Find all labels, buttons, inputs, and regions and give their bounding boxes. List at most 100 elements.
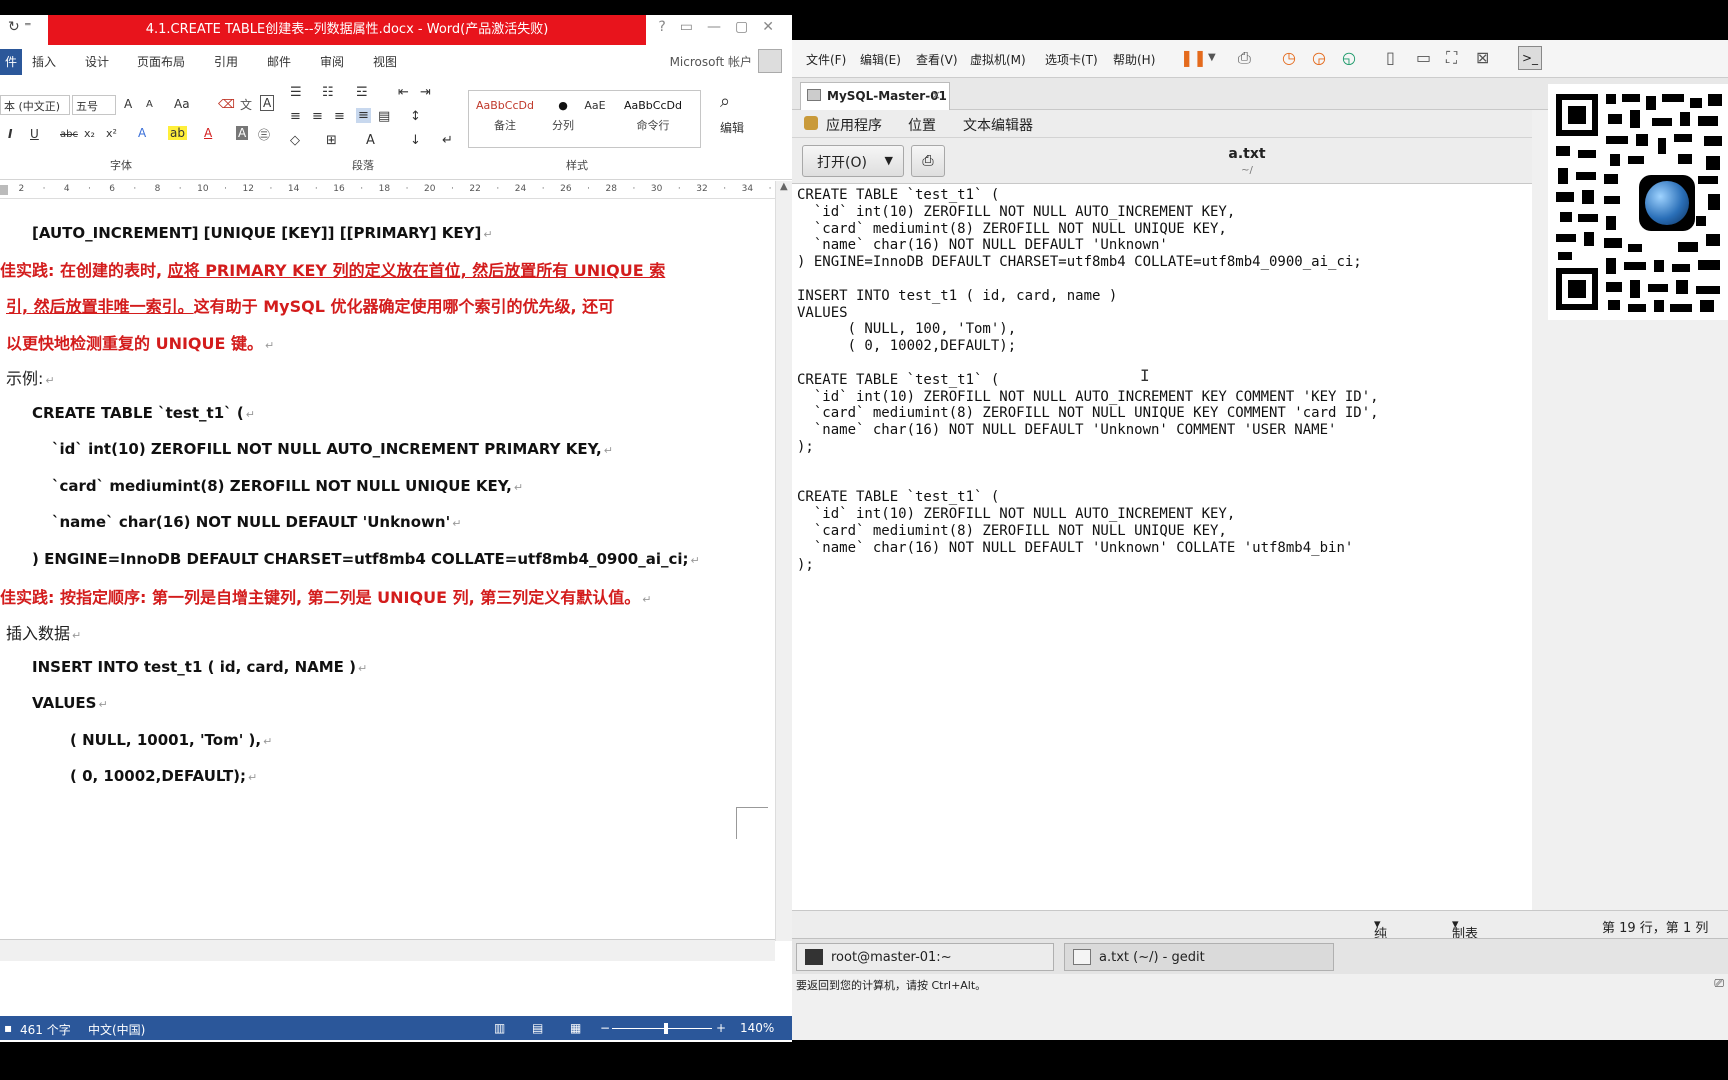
menu-text-editor[interactable]: 文本编辑器 — [963, 115, 1033, 135]
align-right-icon[interactable]: ≡ — [334, 109, 345, 124]
change-case-button[interactable]: Aa — [174, 97, 190, 111]
word-horizontal-scrollbar[interactable] — [0, 939, 775, 961]
editor-line: `card` mediumint(8) ZEROFILL NOT NULL UN… — [797, 220, 1227, 237]
print-layout-icon[interactable]: ▤ — [532, 1021, 543, 1035]
text-effect-icon[interactable]: A — [138, 126, 146, 140]
clear-format-icon[interactable]: ⌫ — [218, 97, 235, 111]
pause-dropdown-icon[interactable]: ▼ — [1208, 52, 1216, 63]
char-border-icon[interactable]: A — [260, 95, 275, 111]
snapshot-manager-icon[interactable]: ◵ — [1342, 48, 1356, 67]
multilevel-list-icon[interactable]: ☲ — [356, 85, 368, 100]
style-command-line[interactable]: AaBbCcDd 命令行 — [617, 95, 689, 133]
menu-help[interactable]: 帮助(H) — [1113, 51, 1155, 68]
fullscreen-icon[interactable]: ⛶ — [1446, 48, 1457, 68]
word-count[interactable]: 461 个字 — [20, 1021, 71, 1038]
redo-icon[interactable]: ↻ ⁼ — [8, 19, 32, 35]
phonetic-icon[interactable]: 文 — [240, 96, 252, 113]
task-gedit[interactable]: a.txt (~/) - gedit — [1064, 943, 1334, 971]
decrease-indent-icon[interactable]: ⇤ — [398, 85, 409, 100]
device-icon[interactable]: ⎚ — [1714, 976, 1724, 991]
bullets-icon[interactable]: ☰ — [290, 85, 302, 100]
find-icon[interactable]: ⌕ — [720, 91, 730, 112]
chinese-layout-icon[interactable]: A — [366, 133, 375, 148]
numbering-icon[interactable]: ☷ — [322, 85, 334, 100]
menu-edit[interactable]: 编辑(E) — [860, 51, 901, 68]
menu-tabs[interactable]: 选项卡(T) — [1045, 51, 1098, 68]
subscript-button[interactable]: x₂ — [84, 127, 95, 140]
thumbnail-icon[interactable]: ▭ — [1416, 48, 1431, 67]
zoom-out-button[interactable]: − — [600, 1021, 610, 1035]
tab-review[interactable]: 审阅 — [320, 53, 344, 70]
grow-font-button[interactable]: A — [124, 97, 132, 111]
tab-file[interactable]: 件 — [0, 49, 22, 75]
shrink-font-button[interactable]: A — [146, 99, 153, 110]
window-controls[interactable]: ?▭—▢✕ — [658, 19, 788, 35]
snapshot-icon[interactable]: ◷ — [1282, 48, 1296, 67]
gedit-text-area[interactable]: I CREATE TABLE `test_t1` ( `id` int(10) … — [792, 184, 1532, 910]
library-icon[interactable]: ▯ — [1386, 48, 1395, 67]
avatar[interactable] — [758, 49, 782, 73]
line-spacing-icon[interactable]: ↕ — [410, 109, 421, 124]
open-button[interactable]: 打开(O) ▼ — [802, 145, 904, 177]
underline-button[interactable]: U — [30, 127, 39, 141]
char-shading-icon[interactable]: A — [236, 126, 249, 140]
menu-vm[interactable]: 虚拟机(M) — [970, 51, 1026, 68]
shading-icon[interactable]: ◇ — [290, 133, 300, 148]
menu-file[interactable]: 文件(F) — [806, 51, 846, 68]
increase-indent-icon[interactable]: ⇥ — [420, 85, 431, 100]
styles-gallery[interactable]: AaBbCcDd 备注 ● 分列 AaE AaBbCcDd 命令行 — [468, 90, 701, 148]
italic-button[interactable]: I — [8, 127, 12, 141]
save-button[interactable]: ⎙ — [911, 145, 945, 177]
zoom-slider[interactable] — [612, 1028, 712, 1029]
align-center-icon[interactable]: ≡ — [312, 109, 323, 124]
tab-page-layout[interactable]: 页面布局 — [137, 53, 185, 70]
account-link[interactable]: Microsoft 帐户 — [670, 53, 752, 70]
tab-mailings[interactable]: 邮件 — [267, 53, 291, 70]
enclose-char-icon[interactable]: ㊂ — [258, 126, 270, 143]
distributed-icon[interactable]: ▤ — [378, 109, 390, 124]
show-marks-icon[interactable]: ↵ — [442, 133, 453, 148]
tab-view[interactable]: 视图 — [373, 53, 397, 70]
read-mode-icon[interactable]: ▥ — [494, 1021, 505, 1035]
syntax-mode-select[interactable]: 纯文本 ▾ — [1374, 917, 1387, 980]
word-vertical-scrollbar[interactable]: ▲ — [775, 181, 792, 941]
pause-icon[interactable]: ❚❚ — [1180, 48, 1207, 67]
close-tab-icon[interactable]: × — [931, 88, 941, 102]
sort-icon[interactable]: ↓ — [410, 133, 421, 148]
justify-icon[interactable]: ≡ — [356, 108, 371, 123]
tab-design[interactable]: 设计 — [85, 53, 109, 70]
zoom-slider-thumb[interactable] — [664, 1023, 668, 1034]
strikethrough-button[interactable]: abc — [60, 129, 78, 140]
tab-width-select[interactable]: 制表符宽度：8 ▾ — [1452, 917, 1478, 995]
superscript-button[interactable]: x² — [106, 127, 117, 140]
menu-applications[interactable]: 应用程序 — [826, 115, 882, 135]
style-heading[interactable]: AaE — [575, 95, 615, 117]
page-indicator[interactable]: ▪ — [4, 1021, 12, 1035]
font-name-select[interactable]: 本 (中文正) — [0, 95, 70, 115]
tab-mysql-master[interactable]: MySQL-Master-01 × — [800, 82, 950, 110]
edit-group-label[interactable]: 编辑 — [720, 119, 744, 136]
menu-places[interactable]: 位置 — [908, 115, 936, 135]
menu-view[interactable]: 查看(V) — [916, 51, 958, 68]
borders-icon[interactable]: ⊞ — [326, 133, 337, 148]
align-left-icon[interactable]: ≡ — [290, 109, 301, 124]
font-size-select[interactable]: 五号 — [72, 95, 116, 115]
highlight-icon[interactable]: ab — [168, 126, 187, 140]
zoom-in-button[interactable]: + — [716, 1021, 726, 1035]
scroll-up-icon[interactable]: ▲ — [780, 181, 788, 192]
horizontal-ruler[interactable]: 2 · 4 · 6 · 8 · 10 · 12 · 14 · 16 · 18 · 20 · 22 · 24 · 26 · 28 · 30… — [0, 181, 792, 199]
tab-insert[interactable]: 插入 — [32, 53, 56, 70]
console-view-icon[interactable]: >_ — [1518, 46, 1542, 70]
unity-icon[interactable]: ⊠ — [1476, 48, 1489, 67]
web-layout-icon[interactable]: ▦ — [570, 1021, 581, 1035]
word-window: ↻ ⁼ 4.1.CREATE TABLE创建表--列数据属性.docx - Wo… — [0, 15, 792, 1042]
font-color-button[interactable]: A — [204, 126, 212, 140]
editor-line: ( NULL, 100, 'Tom'), — [797, 321, 1017, 338]
send-keys-icon[interactable]: ⎙ — [1238, 48, 1251, 68]
tab-references[interactable]: 引用 — [214, 53, 238, 70]
task-terminal[interactable]: root@master-01:~ — [796, 943, 1054, 971]
zoom-level[interactable]: 140% — [740, 1021, 774, 1035]
revert-snapshot-icon[interactable]: ◶ — [1312, 48, 1326, 67]
language-indicator[interactable]: 中文(中国) — [88, 1021, 145, 1038]
word-document[interactable]: [AUTO_INCREMENT] [UNIQUE [KEY]] [[PRIMAR… — [0, 200, 775, 940]
